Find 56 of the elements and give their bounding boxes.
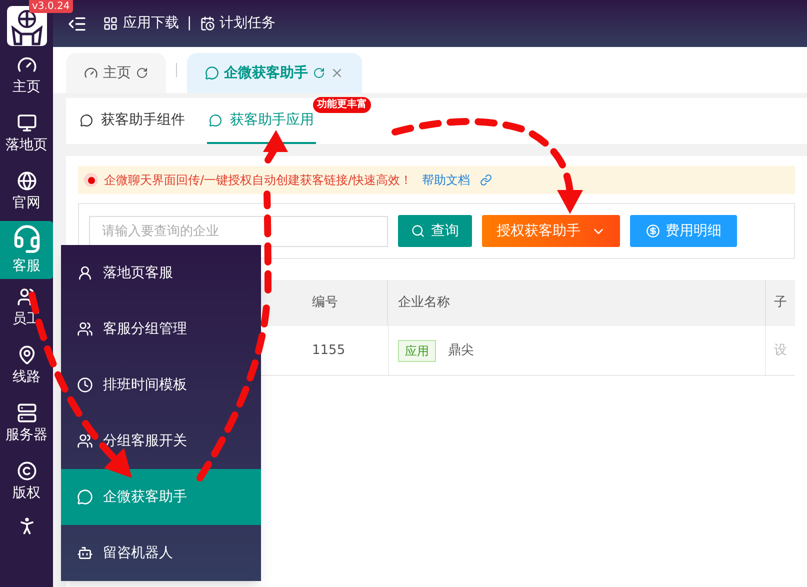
menu-item[interactable]: 企微获客助手 (61, 469, 261, 525)
users-icon (16, 286, 36, 306)
sidebar-item[interactable]: 客服 (0, 221, 53, 279)
app-tag: 应用 (398, 340, 436, 362)
chat-icon (205, 66, 219, 80)
menu-item[interactable]: 排班时间模板 (61, 357, 261, 413)
server-icon (16, 402, 36, 422)
clock-icon (77, 377, 93, 393)
link-icon (480, 174, 492, 186)
sidebar-item[interactable]: 官网 (0, 163, 53, 221)
gauge-icon (84, 66, 98, 80)
page-tab[interactable]: 主页 (66, 53, 166, 93)
action-button[interactable]: 查询 (398, 215, 472, 247)
column-header: 子 (773, 294, 788, 312)
menu-item[interactable]: 留咨机器人 (61, 525, 261, 581)
users-icon (77, 433, 93, 449)
chat-icon (77, 489, 93, 505)
calendar-icon (200, 16, 215, 31)
refresh-icon (136, 67, 148, 79)
close-icon[interactable] (330, 66, 344, 80)
search-icon (411, 224, 425, 238)
grid-icon (103, 16, 118, 31)
notice-text: 企微聊天界面回传/一键授权自动创建获客链接/快速高效！ (104, 172, 412, 189)
person-icon (77, 265, 93, 281)
chat-icon (209, 114, 222, 126)
map-pin-icon (16, 344, 36, 364)
separator: | (187, 14, 192, 33)
top-link[interactable]: 应用下载 (103, 13, 179, 34)
sidebar-item[interactable]: 服务器 (0, 395, 53, 453)
monitor-icon (16, 112, 36, 132)
copyright-icon (16, 460, 36, 480)
help-link[interactable]: 帮助文档 (422, 171, 470, 189)
gauge-icon (16, 54, 36, 74)
table-cell-text: 设 (773, 342, 788, 360)
column-header: 企业名称 (388, 280, 766, 326)
headset-icon (12, 224, 42, 254)
sub-tab[interactable]: 获客助手组件 (78, 98, 187, 144)
sidebar-item[interactable]: 主页 (0, 47, 53, 105)
currency-icon (646, 224, 660, 238)
feature-badge: 功能更丰富 (313, 97, 371, 113)
table-cell-text: 1155 (311, 342, 346, 360)
robot-icon (77, 545, 93, 561)
people-icon (77, 321, 93, 337)
table-cell-text: 鼎尖 (448, 342, 474, 360)
version-badge: v3.0.24 (29, 0, 73, 13)
sidebar-item[interactable]: 版权 (0, 453, 53, 511)
refresh-icon (313, 67, 325, 79)
search-field[interactable]: 请输入要查询的企业 (89, 216, 388, 246)
top-link[interactable]: 计划任务 (200, 13, 276, 34)
menu-item[interactable]: 落地页客服 (61, 245, 261, 301)
chat-icon (80, 114, 93, 126)
column-header: 编号 (300, 280, 388, 326)
sidebar-item[interactable]: 落地页 (0, 105, 53, 163)
sidebar-item[interactable]: 线路 (0, 337, 53, 395)
globe-icon (16, 170, 36, 190)
menu-item[interactable]: 客服分组管理 (61, 301, 261, 357)
